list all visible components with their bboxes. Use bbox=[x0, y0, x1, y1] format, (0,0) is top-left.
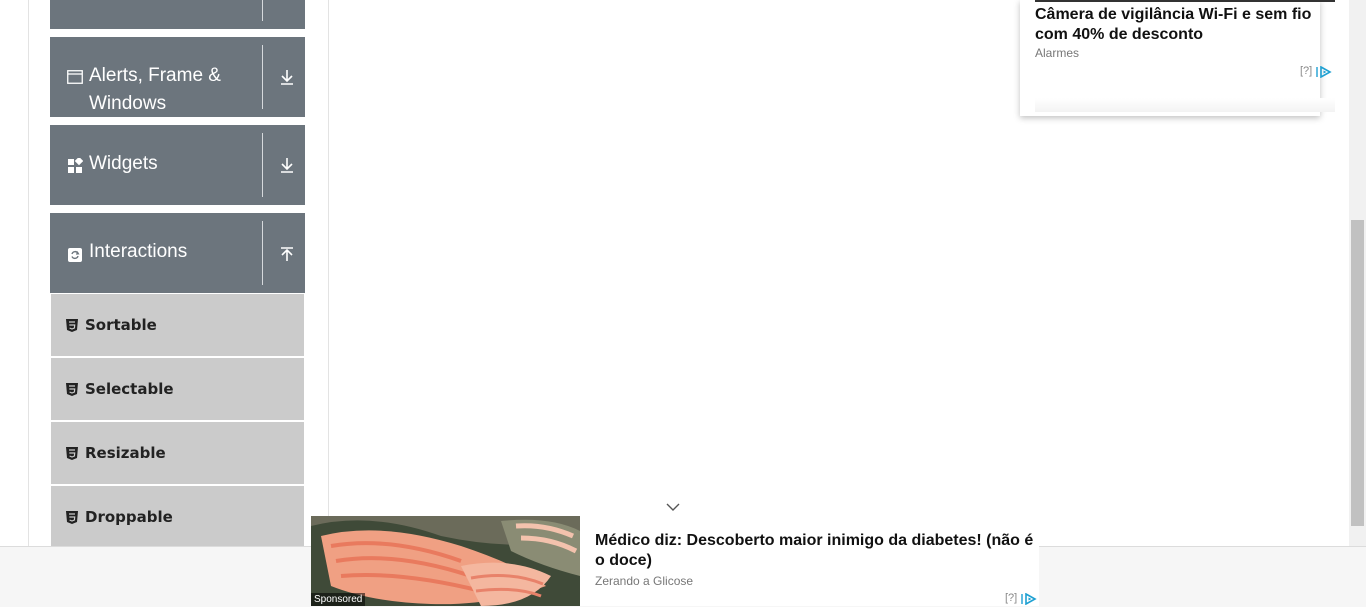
download-arrow-icon[interactable] bbox=[272, 62, 302, 92]
group-divider bbox=[262, 0, 263, 21]
refresh-icon bbox=[67, 247, 83, 263]
sidebar-item-label: Resizable bbox=[85, 444, 166, 462]
html5-icon bbox=[66, 446, 78, 460]
ad-info-link[interactable]: [?] bbox=[1005, 592, 1017, 604]
adchoices-icon[interactable] bbox=[1316, 65, 1332, 83]
widgets-icon bbox=[67, 157, 83, 173]
ad-image-fish-fillets[interactable]: Sponsored bbox=[311, 516, 580, 606]
ad-source: Alarmes bbox=[1035, 46, 1080, 60]
sidebar-item-sortable[interactable]: Sortable bbox=[51, 294, 304, 356]
sidebar-group-widgets[interactable]: Widgets bbox=[50, 125, 305, 205]
sidebar-group-interactions[interactable]: Interactions bbox=[50, 213, 305, 293]
sponsored-label: Sponsored bbox=[311, 593, 366, 606]
group-label: Interactions bbox=[89, 241, 188, 262]
ad-source: Zerando a Glicose bbox=[595, 574, 694, 588]
group-divider bbox=[262, 45, 263, 109]
page-scrollbar[interactable] bbox=[1349, 0, 1366, 546]
sidebar-item-label: Sortable bbox=[85, 316, 157, 334]
sidebar-right-border bbox=[328, 0, 329, 546]
window-icon bbox=[67, 69, 83, 85]
ad-image-edge bbox=[1035, 0, 1335, 2]
html5-icon bbox=[66, 318, 78, 332]
ad-headline[interactable]: Médico diz: Descoberto maior inimigo da … bbox=[595, 531, 1037, 571]
ad-bottom-banner[interactable]: Sponsored Médico diz: Descoberto maior i… bbox=[311, 516, 1039, 606]
download-arrow-icon[interactable] bbox=[272, 150, 302, 180]
chevron-down-icon[interactable] bbox=[664, 500, 682, 514]
html5-icon bbox=[66, 510, 78, 524]
ad-fade bbox=[1035, 98, 1335, 112]
ad-headline[interactable]: Câmera de vigilância Wi-Fi e sem fio com… bbox=[1035, 5, 1325, 45]
html5-icon bbox=[66, 382, 78, 396]
ad-top-right[interactable]: Câmera de vigilância Wi-Fi e sem fio com… bbox=[1020, 0, 1335, 116]
group-label: Alerts, Frame & Windows bbox=[89, 65, 221, 114]
group-divider bbox=[262, 133, 263, 197]
sidebar-item-droppable[interactable]: Droppable bbox=[51, 486, 304, 548]
ad-info-link[interactable]: [?] bbox=[1300, 65, 1312, 77]
group-label: Widgets bbox=[89, 153, 158, 174]
sidebar-item-label: Selectable bbox=[85, 380, 174, 398]
adchoices-icon[interactable] bbox=[1021, 592, 1037, 610]
sidebar-item-selectable[interactable]: Selectable bbox=[51, 358, 304, 420]
sidebar-group-partial[interactable] bbox=[50, 0, 305, 29]
scrollbar-thumb[interactable] bbox=[1351, 220, 1364, 526]
sidebar-item-label: Droppable bbox=[85, 508, 173, 526]
upload-arrow-icon[interactable] bbox=[272, 240, 302, 270]
sidebar-item-resizable[interactable]: Resizable bbox=[51, 422, 304, 484]
group-divider bbox=[262, 221, 263, 285]
sidebar-group-alerts-frame-windows[interactable]: Alerts, Frame & Windows bbox=[50, 37, 305, 117]
content-left-border bbox=[28, 0, 29, 546]
